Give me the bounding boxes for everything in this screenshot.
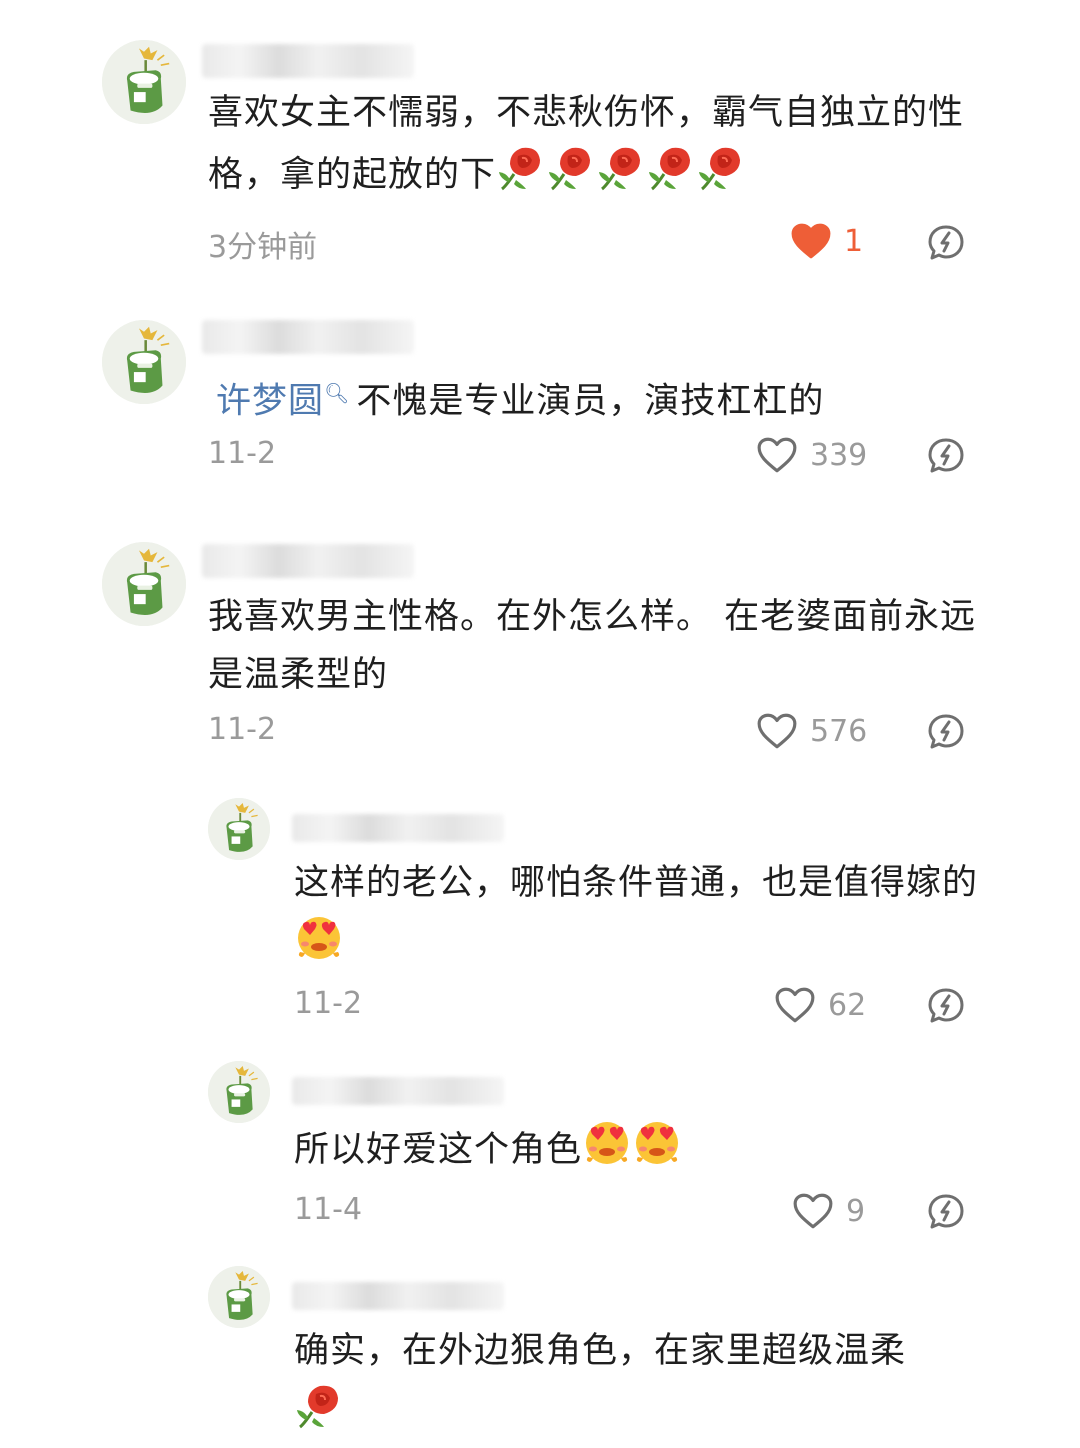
avatar[interactable] [208, 1061, 270, 1123]
comment-text: 所以好爱这个角色 [294, 1117, 984, 1185]
reply-item: 这样的老公，哪怕条件普通，也是值得嫁的 11-2 62 [0, 790, 1080, 1050]
comment-item: 喜欢女主不懦弱，不悲秋伤怀，霸气自独立的性格，拿的起放的下 3分钟前 1 [0, 0, 1080, 290]
like-button[interactable]: 576 [756, 712, 867, 750]
rose-emoji [596, 142, 646, 210]
comment-text: 这样的老公，哪怕条件普通，也是值得嫁的 [294, 854, 984, 980]
heart-eyes-emoji [294, 912, 344, 980]
comment-text-body: 确实，在外边狠角色，在家里超级温柔 [294, 1331, 907, 1371]
rose-emoji [696, 142, 746, 210]
heart-icon [756, 436, 798, 474]
reply-item: 确实，在外边狠角色，在家里超级温柔 [0, 1262, 1080, 1441]
like-count: 9 [846, 1193, 866, 1229]
search-icon[interactable]: 🔍︎ [324, 381, 350, 405]
comment-text: 喜欢女主不懦弱，不悲秋伤怀，霸气自独立的性格，拿的起放的下 [208, 84, 978, 210]
avatar[interactable] [208, 798, 270, 860]
avatar[interactable] [208, 1266, 270, 1328]
reply-item: 所以好爱这个角色 11-4 9 [0, 1055, 1080, 1255]
comment-text: 许梦圆🔍︎ 不愧是专业演员，演技杠杠的 [216, 364, 986, 431]
comment-item: 许梦圆🔍︎ 不愧是专业演员，演技杠杠的 11-2 339 [0, 300, 1080, 500]
comment-text: 确实，在外边狠角色，在家里超级温柔 [294, 1322, 954, 1448]
comment-time: 3分钟前 [208, 230, 318, 265]
mention-link[interactable]: 许梦圆 [216, 382, 324, 422]
heart-icon [790, 222, 832, 260]
avatar[interactable] [102, 542, 186, 626]
avatar[interactable] [102, 320, 186, 404]
like-count: 339 [810, 437, 868, 473]
comment-text-body: 我喜欢男主性格。在外怎么样。 在老婆面前永远是温柔型的 [208, 597, 977, 695]
username-blurred[interactable] [202, 320, 414, 354]
comment-text-body: 不愧是专业演员，演技杠杠的 [356, 381, 825, 422]
reply-bubble-icon[interactable] [926, 712, 966, 752]
username-blurred[interactable] [202, 44, 414, 78]
comment-item: 我喜欢男主性格。在外怎么样。 在老婆面前永远是温柔型的 11-2 576 [0, 520, 1080, 790]
heart-eyes-emoji [582, 1117, 632, 1185]
reply-bubble-icon[interactable] [926, 1192, 966, 1232]
rose-emoji [294, 1380, 344, 1448]
reply-bubble-icon[interactable] [926, 986, 966, 1026]
rose-emoji [546, 142, 596, 210]
username-blurred[interactable] [292, 1282, 504, 1310]
reply-bubble-icon[interactable] [926, 436, 966, 476]
comment-text: 我喜欢男主性格。在外怎么样。 在老婆面前永远是温柔型的 [208, 588, 978, 704]
like-button[interactable]: 339 [756, 436, 867, 474]
like-button[interactable]: 1 [790, 222, 863, 260]
username-blurred[interactable] [292, 1077, 504, 1105]
like-count: 1 [844, 223, 864, 259]
rose-emoji [646, 142, 696, 210]
reply-bubble-icon[interactable] [926, 223, 966, 263]
username-blurred[interactable] [202, 544, 414, 578]
heart-icon [774, 986, 816, 1024]
comment-time: 11-2 [208, 436, 277, 471]
comment-text-body: 这样的老公，哪怕条件普通，也是值得嫁的 [294, 863, 979, 903]
username-blurred[interactable] [292, 814, 504, 842]
comment-time: 11-2 [294, 986, 363, 1021]
like-button[interactable]: 9 [792, 1192, 865, 1230]
like-button[interactable]: 62 [774, 986, 866, 1024]
heart-eyes-emoji [632, 1117, 682, 1185]
like-count: 62 [828, 987, 867, 1023]
comment-text-body: 所以好爱这个角色 [294, 1130, 583, 1170]
heart-icon [792, 1192, 834, 1230]
rose-emoji [496, 142, 546, 210]
comment-time: 11-2 [208, 712, 277, 747]
avatar[interactable] [102, 40, 186, 124]
comment-time: 11-4 [294, 1192, 363, 1227]
like-count: 576 [810, 713, 868, 749]
heart-icon [756, 712, 798, 750]
